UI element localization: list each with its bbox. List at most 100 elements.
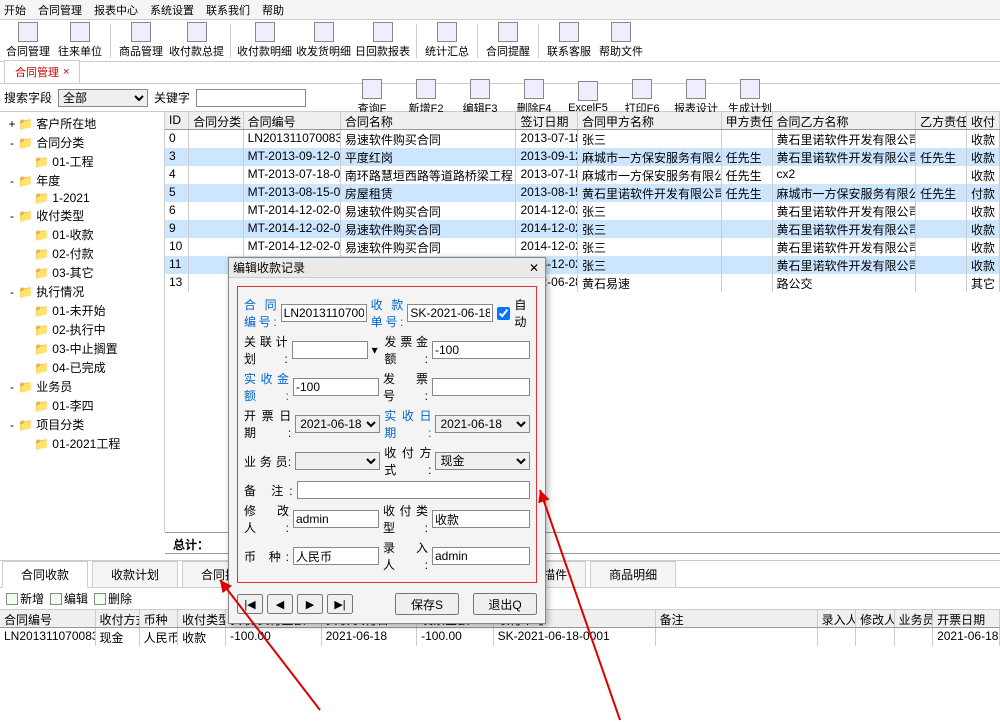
lbl-amount: 实收金额:: [244, 370, 289, 404]
tb-goods[interactable]: 商品管理: [117, 22, 165, 60]
subtab-goods[interactable]: 商品明细: [590, 561, 676, 588]
keyword-input[interactable]: [196, 89, 306, 107]
tb-shipment-detail[interactable]: 收发货明细: [296, 22, 351, 60]
btn-report-design[interactable]: 报表设计: [672, 79, 720, 117]
tb-payment-summary[interactable]: 收付款总提: [169, 22, 224, 60]
tb-daily-report[interactable]: 日回款报表: [355, 22, 410, 60]
nav-next[interactable]: ▶: [297, 594, 323, 614]
dialog-titlebar[interactable]: 编辑收款记录 ✕: [229, 258, 545, 278]
tb-units[interactable]: 往来单位: [56, 22, 104, 60]
tb-payment-detail[interactable]: 收付款明细: [237, 22, 292, 60]
detail-row[interactable]: LN201311070083现金 人民币收款 -100.002021-06-18…: [0, 628, 1000, 646]
dt-delete[interactable]: 删除: [94, 590, 132, 607]
in-invamt[interactable]: [432, 341, 530, 359]
tree-node[interactable]: -📁 年度: [2, 171, 162, 190]
grid-row[interactable]: 6MT-2014-12-02-0001易速软件购买合同2014-12-02张三黄…: [165, 202, 1000, 220]
tree-node[interactable]: -📁 项目分类: [2, 415, 162, 434]
tree-node[interactable]: -📁 合同分类: [2, 133, 162, 152]
menu-item[interactable]: 系统设置: [150, 2, 194, 17]
subtab-receipts[interactable]: 合同收款: [2, 561, 88, 588]
in-invno[interactable]: [432, 378, 530, 396]
nav-last[interactable]: ▶|: [327, 594, 353, 614]
menu-item[interactable]: 开始: [4, 2, 26, 17]
dt-edit[interactable]: 编辑: [50, 590, 88, 607]
lbl-plan: 关联计划:: [244, 333, 288, 367]
btn-excel[interactable]: ExcelF5: [564, 79, 612, 117]
tree-node[interactable]: 📁 01-收款: [2, 225, 162, 244]
excel-icon: [578, 81, 598, 101]
in-staff[interactable]: [295, 452, 380, 470]
menu-item[interactable]: 合同管理: [38, 2, 82, 17]
btn-new[interactable]: 新增F2: [402, 79, 450, 117]
tree-node[interactable]: +📁 客户所在地: [2, 114, 162, 133]
tree-node[interactable]: 📁 1-2021: [2, 190, 162, 206]
in-contract-no[interactable]: [281, 304, 367, 322]
tree-node[interactable]: 📁 02-付款: [2, 244, 162, 263]
in-idate[interactable]: 2021-06-18: [295, 415, 380, 433]
btn-print[interactable]: 打印F6: [618, 79, 666, 117]
in-method[interactable]: 现金: [435, 452, 530, 470]
grid-row[interactable]: 10MT-2014-12-02-0005易速软件购买合同2014-12-02张三…: [165, 238, 1000, 256]
btn-delete[interactable]: 删除F4: [510, 79, 558, 117]
grid-row[interactable]: 5MT-2013-08-15-0001房屋租赁2013-08-15黄石里诺软件开…: [165, 184, 1000, 202]
menu-item[interactable]: 帮助: [262, 2, 284, 17]
tree-node[interactable]: 📁 02-执行中: [2, 320, 162, 339]
design-icon: [686, 79, 706, 99]
in-entryby[interactable]: [432, 547, 530, 565]
btn-gen-plan[interactable]: 生成计划: [726, 79, 774, 117]
grid-row[interactable]: 0LN201311070083易速软件购买合同2013-07-18张三黄石里诺软…: [165, 130, 1000, 148]
chk-auto[interactable]: [497, 307, 510, 320]
in-remark[interactable]: [297, 481, 530, 499]
grid-row[interactable]: 4MT-2013-07-18-0001南环路慧垣西路等道路桥梁工程2013-07…: [165, 166, 1000, 184]
list-icon: [255, 22, 275, 42]
nav-tree[interactable]: +📁 客户所在地-📁 合同分类📁 01-工程-📁 年度📁 1-2021-📁 收付…: [0, 112, 165, 532]
lbl-remark: 备 注:: [244, 482, 293, 499]
btn-query[interactable]: 查询F: [348, 79, 396, 117]
in-curr[interactable]: [293, 547, 379, 565]
tab-close-icon[interactable]: ×: [63, 66, 69, 78]
nav-prev[interactable]: ◀: [267, 594, 293, 614]
tree-node[interactable]: 📁 03-中止搁置: [2, 339, 162, 358]
tree-node[interactable]: 📁 04-已完成: [2, 358, 162, 377]
pencil-icon: [470, 79, 490, 99]
keyword-label: 关键字: [154, 89, 190, 106]
tree-node[interactable]: -📁 业务员: [2, 377, 162, 396]
btn-save[interactable]: 保存S: [395, 593, 459, 615]
tree-node[interactable]: 📁 01-未开始: [2, 301, 162, 320]
in-plan[interactable]: [292, 341, 368, 359]
dt-new[interactable]: 新增: [6, 590, 44, 607]
grid-row[interactable]: 3MT-2013-09-12-0001平度红岗2013-09-12麻城市一方保安…: [165, 148, 1000, 166]
in-amount[interactable]: [293, 378, 379, 396]
tb-stats[interactable]: 统计汇总: [423, 22, 471, 60]
dialog-close-icon[interactable]: ✕: [527, 261, 541, 275]
nav-first[interactable]: |◀: [237, 594, 263, 614]
tree-node[interactable]: 📁 01-李四: [2, 396, 162, 415]
menu-bar: 开始 合同管理 报表中心 系统设置 联系我们 帮助: [0, 0, 1000, 20]
money-icon: [187, 22, 207, 42]
dialog-title: 编辑收款记录: [233, 259, 305, 276]
tree-node[interactable]: 📁 03-其它: [2, 263, 162, 282]
menu-item[interactable]: 联系我们: [206, 2, 250, 17]
tb-alert[interactable]: 合同提醒: [484, 22, 532, 60]
tb-help[interactable]: 帮助文件: [597, 22, 645, 60]
tb-contract[interactable]: 合同管理: [4, 22, 52, 60]
tb-contact[interactable]: 联系客服: [545, 22, 593, 60]
menu-item[interactable]: 报表中心: [94, 2, 138, 17]
tree-node[interactable]: 📁 01-2021工程: [2, 434, 162, 453]
tree-node[interactable]: -📁 收付类型: [2, 206, 162, 225]
grid-header: ID合同分类 合同编号合同名称 签订日期合同甲方名称 甲方责任人合同乙方名称 乙…: [165, 112, 1000, 130]
tree-node[interactable]: -📁 执行情况: [2, 282, 162, 301]
in-rdate[interactable]: 2021-06-18: [435, 415, 530, 433]
tree-node[interactable]: 📁 01-工程: [2, 152, 162, 171]
btn-edit[interactable]: 编辑F3: [456, 79, 504, 117]
grid-row[interactable]: 9MT-2014-12-02-0004易速软件购买合同2014-12-02张三黄…: [165, 220, 1000, 238]
in-type[interactable]: [432, 510, 530, 528]
btn-exit[interactable]: 退出Q: [473, 593, 537, 615]
in-modifier[interactable]: [293, 510, 379, 528]
help-icon: [611, 22, 631, 42]
subtab-plan[interactable]: 收款计划: [92, 561, 178, 588]
search-field-select[interactable]: 全部: [58, 89, 148, 107]
tab-contract-mgmt[interactable]: 合同管理 ×: [4, 60, 80, 83]
in-bill-no[interactable]: [407, 304, 493, 322]
lbl-idate: 开票日期:: [244, 407, 291, 441]
